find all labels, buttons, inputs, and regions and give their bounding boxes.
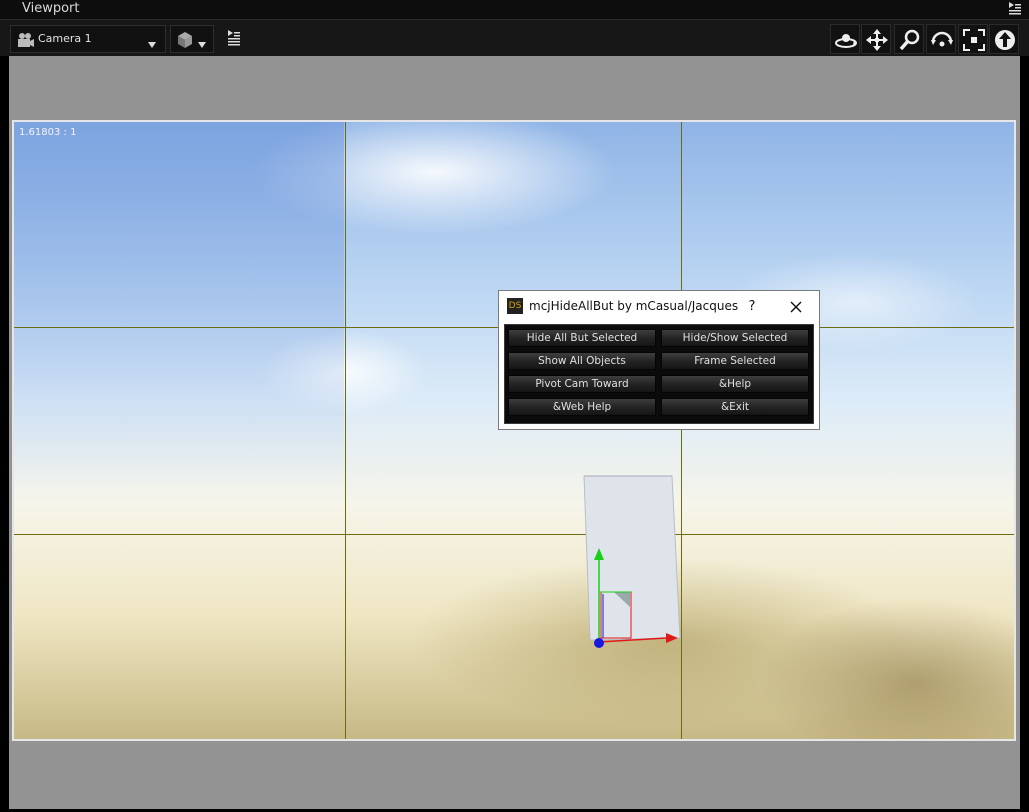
pane-title: Viewport bbox=[22, 1, 80, 16]
thirds-guide-line bbox=[345, 122, 346, 739]
mcj-hide-all-but-dialog: DS mcjHideAllBut by mCasual/Jacques ? Hi… bbox=[498, 290, 820, 430]
web-help-button[interactable]: &Web Help bbox=[508, 398, 656, 416]
frame-selected-button[interactable]: Frame Selected bbox=[661, 352, 809, 370]
pivot-cam-toward-button[interactable]: Pivot Cam Toward bbox=[508, 375, 656, 393]
hide-all-but-selected-button[interactable]: Hide All But Selected bbox=[508, 329, 656, 347]
orbit-tool-icon[interactable] bbox=[830, 24, 860, 54]
camera-dropdown[interactable]: Camera 1 bbox=[10, 25, 166, 53]
thirds-guide-line bbox=[14, 534, 1014, 535]
chevron-down-icon bbox=[198, 34, 206, 53]
dialog-title: mcjHideAllBut by mCasual/Jacques bbox=[529, 299, 739, 313]
draw-style-dropdown[interactable] bbox=[170, 25, 214, 53]
cube-icon bbox=[176, 31, 194, 53]
pan-tool-icon[interactable] bbox=[861, 24, 891, 54]
pane-title-bar: Viewport bbox=[0, 0, 1029, 20]
show-all-objects-button[interactable]: Show All Objects bbox=[508, 352, 656, 370]
roll-tool-icon[interactable] bbox=[926, 24, 956, 54]
help-button[interactable]: ? bbox=[739, 296, 765, 318]
zoom-tool-icon[interactable] bbox=[894, 24, 924, 54]
dialog-button-panel: Hide All But Selected Hide/Show Selected… bbox=[504, 324, 814, 424]
3d-viewport[interactable]: 1.61803 : 1 bbox=[12, 120, 1016, 741]
exit-button[interactable]: &Exit bbox=[661, 398, 809, 416]
transform-gizmo[interactable] bbox=[574, 542, 704, 652]
daz-studio-app-icon: DS bbox=[507, 298, 523, 314]
camera-icon bbox=[17, 32, 35, 52]
aspect-ratio-label: 1.61803 : 1 bbox=[19, 127, 77, 138]
help-menu-button[interactable]: &Help bbox=[661, 375, 809, 393]
frame-tool-icon[interactable] bbox=[958, 24, 988, 54]
hide-show-selected-button[interactable]: Hide/Show Selected bbox=[661, 329, 809, 347]
chevron-down-icon bbox=[148, 34, 156, 53]
viewport-toolbar: Camera 1 bbox=[0, 20, 1029, 56]
dolly-tool-icon[interactable] bbox=[989, 24, 1019, 54]
close-icon[interactable] bbox=[785, 297, 807, 317]
pane-menu-icon[interactable] bbox=[1007, 1, 1023, 17]
camera-label: Camera 1 bbox=[38, 32, 92, 45]
viewport-options-icon[interactable] bbox=[224, 28, 244, 48]
